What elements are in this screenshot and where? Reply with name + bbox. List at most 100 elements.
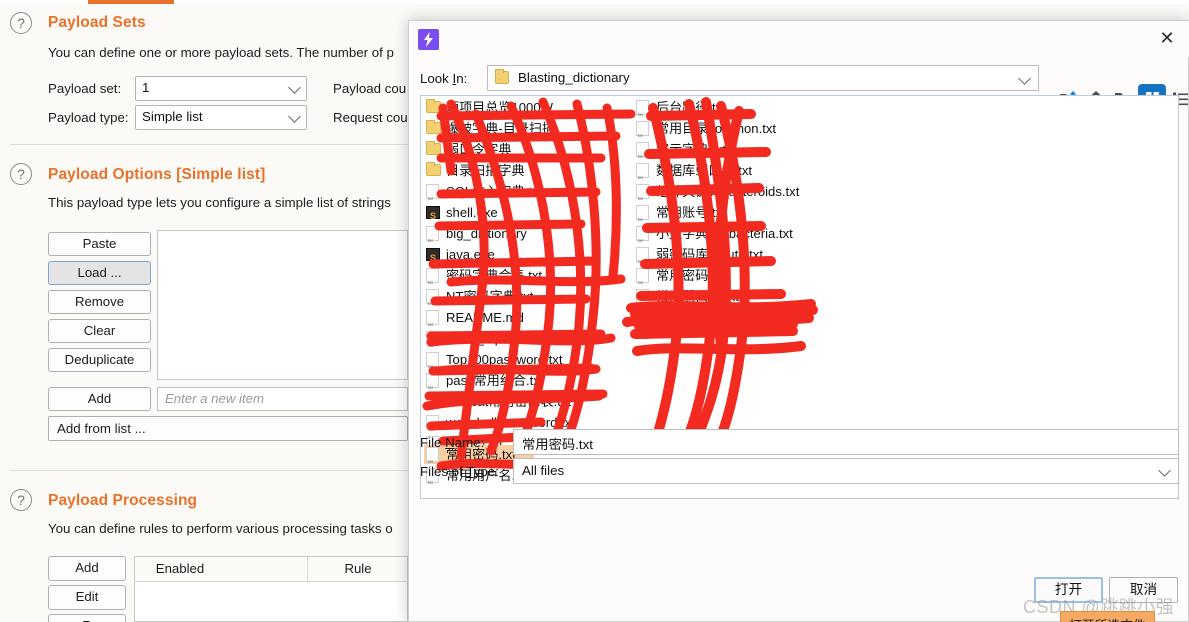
txt-file-icon (636, 247, 649, 271)
list-item[interactable]: 常用目录common.txt (634, 119, 776, 145)
files-of-type-label: Files of Type: (420, 464, 499, 479)
payload-options-description: This payload type lets you configure a s… (48, 195, 391, 210)
list-item[interactable]: big_dictionary (424, 224, 527, 250)
txt-file-icon (426, 289, 439, 313)
payload-list[interactable] (157, 230, 408, 380)
folder-icon (426, 99, 441, 113)
folder-icon (426, 120, 441, 134)
list-item[interactable]: 目录扫描字典 (424, 161, 525, 180)
add-from-list-button[interactable]: Add from list ... (48, 416, 408, 441)
list-item[interactable]: 源项目总览1000W (424, 98, 553, 117)
file-name-value: 常用密码.txt (522, 437, 593, 452)
list-item[interactable]: pass常用组合.txt (424, 371, 544, 397)
list-item[interactable]: 常用账号.txt (634, 203, 726, 229)
add-payload-button[interactable]: Add (48, 387, 151, 411)
files-of-type-select[interactable]: All files (513, 458, 1179, 484)
list-item[interactable]: 常用弱口令.txt (634, 287, 739, 313)
exe-file-icon (426, 206, 440, 226)
txt-file-icon (426, 394, 439, 418)
look-in-value: Blasting_dictionary (518, 70, 630, 85)
list-item[interactable]: weak_top.txt (424, 329, 520, 355)
txt-file-icon (636, 205, 649, 229)
txt-file-icon (426, 415, 439, 439)
list-item[interactable]: java.exe (424, 245, 495, 268)
clear-button[interactable]: Clear (48, 319, 151, 343)
column-divider (307, 557, 308, 581)
list-item[interactable]: 弱密码库_brute.txt (634, 245, 763, 271)
chevron-down-icon (1018, 72, 1031, 85)
txt-file-icon (426, 226, 439, 250)
payload-options-help-icon[interactable]: ? (10, 163, 32, 185)
close-icon[interactable]: ✕ (1154, 27, 1180, 51)
list-item[interactable]: 数据库弱口令.txt (634, 161, 752, 187)
payload-type-select[interactable]: Simple list (135, 105, 307, 130)
list-item[interactable]: README.md (424, 308, 524, 334)
list-item[interactable]: 组件关键词_asteroids.txt (634, 182, 799, 208)
file-chooser-dialog: ✕ Look In: Blasting_dictionary 源项目总览1000… (408, 20, 1189, 622)
txt-file-icon (636, 163, 649, 187)
files-of-type-value: All files (522, 463, 565, 478)
payload-set-value: 1 (142, 80, 150, 95)
processing-remove-button[interactable]: R (48, 614, 126, 622)
payload-sets-title: Payload Sets (48, 14, 146, 31)
deduplicate-button[interactable]: Deduplicate (48, 348, 151, 372)
remove-button[interactable]: Remove (48, 290, 151, 314)
payload-type-label: Payload type: (48, 110, 129, 125)
list-item[interactable]: SQL注入字典.txt (424, 182, 542, 208)
txt-file-icon (636, 268, 649, 292)
list-item[interactable]: 爆破字典-目录扫描 (424, 119, 555, 138)
payload-count-label: Payload cou (333, 81, 407, 96)
txt-file-icon (426, 184, 439, 208)
txt-file-icon (636, 184, 649, 208)
processing-add-button[interactable]: Add (48, 556, 126, 581)
list-item[interactable]: shell.exe (424, 203, 498, 226)
list-item[interactable]: NT密码字典.txt (424, 287, 533, 313)
list-item[interactable]: 扫描结果 (634, 322, 708, 341)
folder-icon (495, 69, 509, 84)
processing-table-body[interactable] (134, 582, 408, 622)
file-name-input[interactable]: 常用密码.txt (513, 429, 1179, 455)
load-button[interactable]: Load ... (48, 261, 151, 285)
active-tab-indicator[interactable] (88, 0, 174, 4)
payload-type-value: Simple list (142, 109, 203, 124)
list-item[interactable]: 常用密码.txt (634, 266, 726, 292)
list-item[interactable]: 演示字典.txt (634, 140, 726, 166)
list-item[interactable]: 后台路径.txt (634, 98, 726, 124)
processing-edit-button[interactable]: Edit (48, 585, 126, 610)
chevron-down-icon (288, 110, 301, 123)
txt-file-icon (426, 331, 439, 355)
txt-file-icon (426, 352, 439, 376)
open-button-tooltip: 打开所选文件 (1060, 611, 1155, 622)
list-item[interactable]: 小型字典库_bacteria.txt (634, 224, 793, 250)
chevron-down-icon (1158, 464, 1171, 477)
payload-sets-help-icon[interactable]: ? (10, 12, 32, 34)
look-in-select[interactable]: Blasting_dictionary (487, 65, 1039, 91)
list-item[interactable]: Tomcat常用密码表.txt (424, 392, 571, 418)
txt-file-icon (426, 268, 439, 292)
payload-set-label: Payload set: (48, 81, 122, 96)
list-item[interactable]: Top100password.txt (424, 350, 562, 376)
payload-sets-description: You can define one or more payload sets.… (48, 45, 394, 60)
dialog-titlebar[interactable]: ✕ (409, 21, 1189, 57)
divider (10, 144, 408, 145)
payload-processing-title: Payload Processing (48, 492, 198, 509)
look-in-label: Look In: (420, 71, 468, 86)
txt-file-icon (426, 310, 439, 334)
txt-file-icon (426, 373, 439, 397)
payload-set-select[interactable]: 1 (135, 76, 307, 101)
txt-file-icon (636, 121, 649, 145)
new-item-input[interactable]: Enter a new item (157, 387, 408, 411)
request-count-label: Request cou (333, 110, 408, 125)
tab-strip (0, 0, 1189, 4)
txt-file-icon (636, 142, 649, 166)
list-item[interactable]: 弱口令字典 (424, 140, 511, 159)
folder-icon (426, 162, 441, 176)
txt-file-icon (636, 100, 649, 124)
column-header-enabled[interactable]: Enabled (140, 561, 220, 576)
paste-button[interactable]: Paste (48, 232, 151, 256)
list-item[interactable]: 密码字典合集.txt (424, 266, 542, 292)
column-header-rule[interactable]: Rule (310, 561, 406, 576)
payload-processing-help-icon[interactable]: ? (10, 489, 32, 511)
txt-file-icon (636, 289, 649, 313)
txt-file-icon (636, 226, 649, 250)
